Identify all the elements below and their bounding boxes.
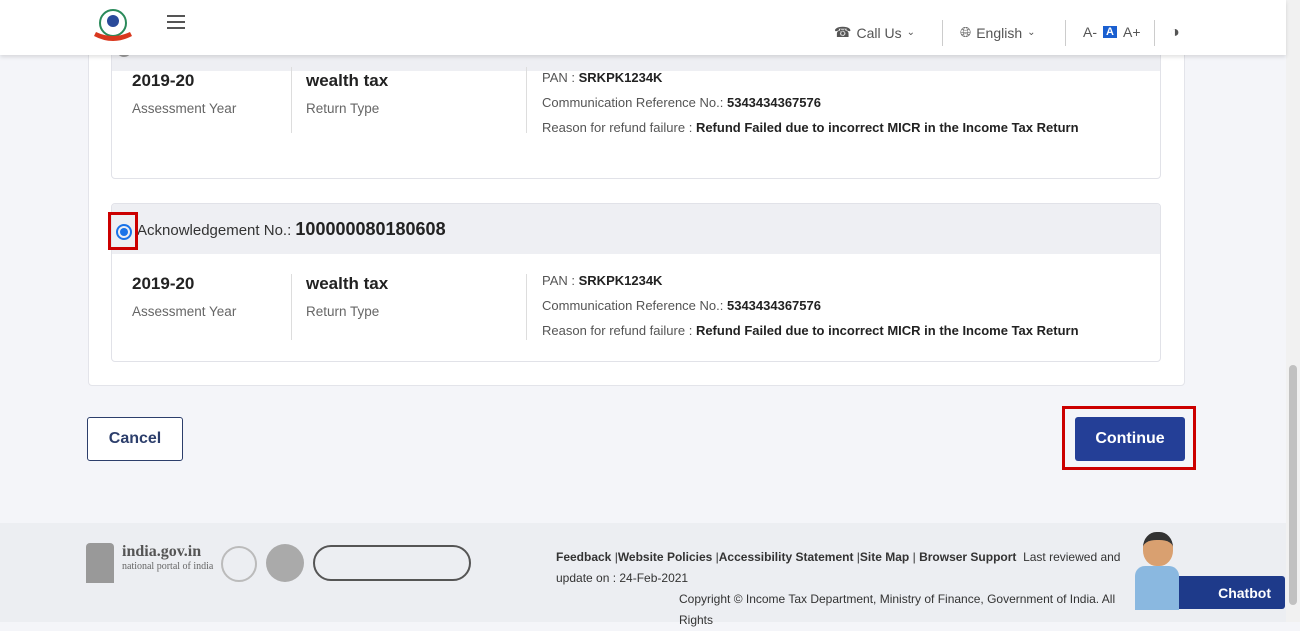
footer-link-website-policies[interactable]: Website Policies (618, 550, 712, 564)
font-decrease-button[interactable]: A- (1083, 24, 1097, 40)
assessment-year: 2019-20 (132, 71, 195, 90)
acknowledgement-number: Acknowledgement No.: 100000080180608 (137, 219, 446, 239)
income-tax-logo[interactable] (92, 8, 134, 44)
assessment-year-label: Assessment Year (132, 101, 237, 116)
cqw-badge-icon (221, 546, 257, 582)
continue-button[interactable]: Continue (1075, 417, 1185, 461)
return-type-label: Return Type (306, 304, 380, 319)
font-normal-button[interactable]: A (1103, 26, 1117, 38)
copyright: Copyright © Income Tax Department, Minis… (679, 592, 1116, 627)
chevron-down-icon: ⌄ (1027, 27, 1036, 38)
top-header: ☎ Call Us ⌄ 🌐︎ English ⌄ A- A A+ ◑ (0, 0, 1286, 55)
assessment-year-label: Assessment Year (132, 304, 237, 319)
footer-link-site-map[interactable]: Site Map (860, 550, 909, 564)
chatbot-avatar-icon[interactable] (1135, 532, 1180, 612)
phone-icon: ☎ (834, 24, 852, 40)
record-info: PAN : SRKPK1234K Communication Reference… (542, 273, 1079, 338)
font-increase-button[interactable]: A+ (1123, 24, 1141, 40)
chatbot-button[interactable]: Chatbot (1175, 576, 1285, 609)
cancel-button[interactable]: Cancel (87, 417, 183, 461)
return-type: wealth tax (306, 274, 389, 293)
chevron-down-icon: ⌄ (906, 27, 915, 38)
call-us-dropdown[interactable]: ☎ Call Us ⌄ (834, 24, 915, 41)
record-info: PAN : SRKPK1234K Communication Reference… (542, 70, 1079, 135)
globe-icon: 🌐︎ (960, 24, 972, 40)
highlight-radio (108, 212, 138, 250)
footer-link-feedback[interactable]: Feedback (556, 550, 611, 564)
contrast-toggle-icon[interactable]: ◑ (1170, 24, 1180, 42)
assessment-year: 2019-20 (132, 274, 195, 293)
iso-certification-badge-icon (313, 545, 471, 581)
language-dropdown[interactable]: 🌐︎ English ⌄ (960, 24, 1036, 41)
record-card-selected: Acknowledgement No.: 100000080180608 201… (111, 203, 1161, 362)
footer-link-accessibility[interactable]: Accessibility Statement (719, 550, 854, 564)
menu-hamburger-icon[interactable] (167, 15, 185, 29)
scrollbar-thumb[interactable] (1289, 365, 1297, 605)
national-emblem-icon (86, 543, 114, 583)
footer: india.gov.in national portal of india Fee… (0, 523, 1286, 627)
footer-link-browser-support[interactable]: Browser Support (919, 550, 1016, 564)
india-gov-link[interactable]: india.gov.in national portal of india (122, 543, 213, 572)
scrollbar[interactable] (1286, 0, 1300, 622)
return-type-label: Return Type (306, 101, 380, 116)
return-type: wealth tax (306, 71, 389, 90)
entrust-badge-icon (266, 544, 304, 582)
